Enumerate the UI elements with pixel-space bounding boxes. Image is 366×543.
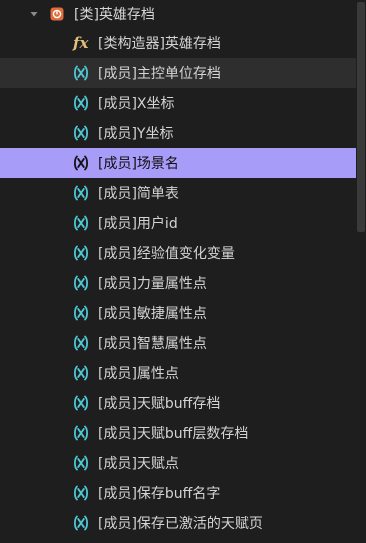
tree-item-member[interactable]: [成员]X坐标 [0, 88, 356, 118]
tree-item-label: [成员]Y坐标 [98, 126, 174, 142]
member-variable-icon [72, 514, 90, 532]
member-variable-icon [72, 124, 90, 142]
tree-item-member[interactable]: [成员]经验值变化变量 [0, 238, 356, 268]
tree-item-label: [成员]简单表 [98, 186, 179, 202]
tree-item-label: [成员]主控单位存档 [98, 66, 221, 82]
member-variable-icon [72, 484, 90, 502]
member-variable-icon [72, 424, 90, 442]
tree-item-member[interactable]: [成员]智慧属性点 [0, 328, 356, 358]
member-variable-icon [72, 184, 90, 202]
tree-item-label: [成员]敏捷属性点 [98, 306, 207, 322]
tree-item-member[interactable]: [成员]属性点 [0, 358, 356, 388]
tree-item-member[interactable]: [成员]Y坐标 [0, 118, 356, 148]
tree-item-label: [成员]属性点 [98, 366, 179, 382]
tree-item-label: [类构造器]英雄存档 [98, 36, 221, 52]
member-variable-icon [72, 244, 90, 262]
tree-item-label: [成员]天赋点 [98, 456, 179, 472]
member-variable-icon [72, 334, 90, 352]
tree-item-member[interactable]: [成员]敏捷属性点 [0, 298, 356, 328]
tree-item-label: [成员]X坐标 [98, 96, 175, 112]
tree-item-label: [成员]场景名 [98, 156, 179, 172]
tree-item-member[interactable]: [成员]保存buff名字 [0, 478, 356, 508]
member-variable-icon [72, 94, 90, 112]
member-variable-icon [72, 454, 90, 472]
member-variable-icon [72, 214, 90, 232]
class-node-row[interactable]: [类]英雄存档 [0, 0, 356, 28]
vertical-scrollbar[interactable] [356, 0, 366, 543]
chevron-down-icon[interactable] [29, 9, 39, 19]
member-variable-icon [72, 304, 90, 322]
tree-item-member[interactable]: [成员]主控单位存档 [0, 58, 356, 88]
tree-item-label: [成员]力量属性点 [98, 276, 207, 292]
member-variable-icon [72, 364, 90, 382]
tree-item-member[interactable]: [成员]简单表 [0, 178, 356, 208]
tree-item-label: [成员]天赋buff层数存档 [98, 426, 249, 442]
tree-item-member[interactable]: [成员]保存已激活的天赋页 [0, 508, 356, 538]
class-node-label: [类]英雄存档 [74, 7, 155, 23]
member-variable-icon [72, 64, 90, 82]
tree-item-member[interactable]: [成员]天赋buff层数存档 [0, 418, 356, 448]
tree-item-member[interactable]: [成员]场景名 [0, 148, 356, 178]
tree-item-member[interactable]: [成员]力量属性点 [0, 268, 356, 298]
outline-tree: [类]英雄存档 fx [类构造器]英雄存档 [成员]主控单位存档 [成员]X坐标 [成员… [0, 0, 366, 543]
tree-item-member[interactable]: [成员]天赋点 [0, 448, 356, 478]
member-variable-icon [72, 274, 90, 292]
tree-item-constructor[interactable]: fx [类构造器]英雄存档 [0, 28, 356, 58]
tree-item-label: [成员]保存buff名字 [98, 486, 221, 502]
tree-item-label: [成员]智慧属性点 [98, 336, 207, 352]
tree-item-label: [成员]保存已激活的天赋页 [98, 516, 263, 532]
tree-item-label: [成员]经验值变化变量 [98, 246, 235, 262]
tree-item-label: [成员]用户id [98, 216, 178, 232]
tree-item-member[interactable]: [成员]天赋buff存档 [0, 388, 356, 418]
scrollbar-thumb[interactable] [357, 2, 365, 232]
tree-item-label: [成员]天赋buff存档 [98, 396, 221, 412]
function-fx-icon: fx [73, 34, 89, 52]
member-variable-icon [72, 394, 90, 412]
member-variable-icon [72, 154, 90, 172]
class-icon [50, 7, 64, 21]
tree-item-member[interactable]: [成员]用户id [0, 208, 356, 238]
